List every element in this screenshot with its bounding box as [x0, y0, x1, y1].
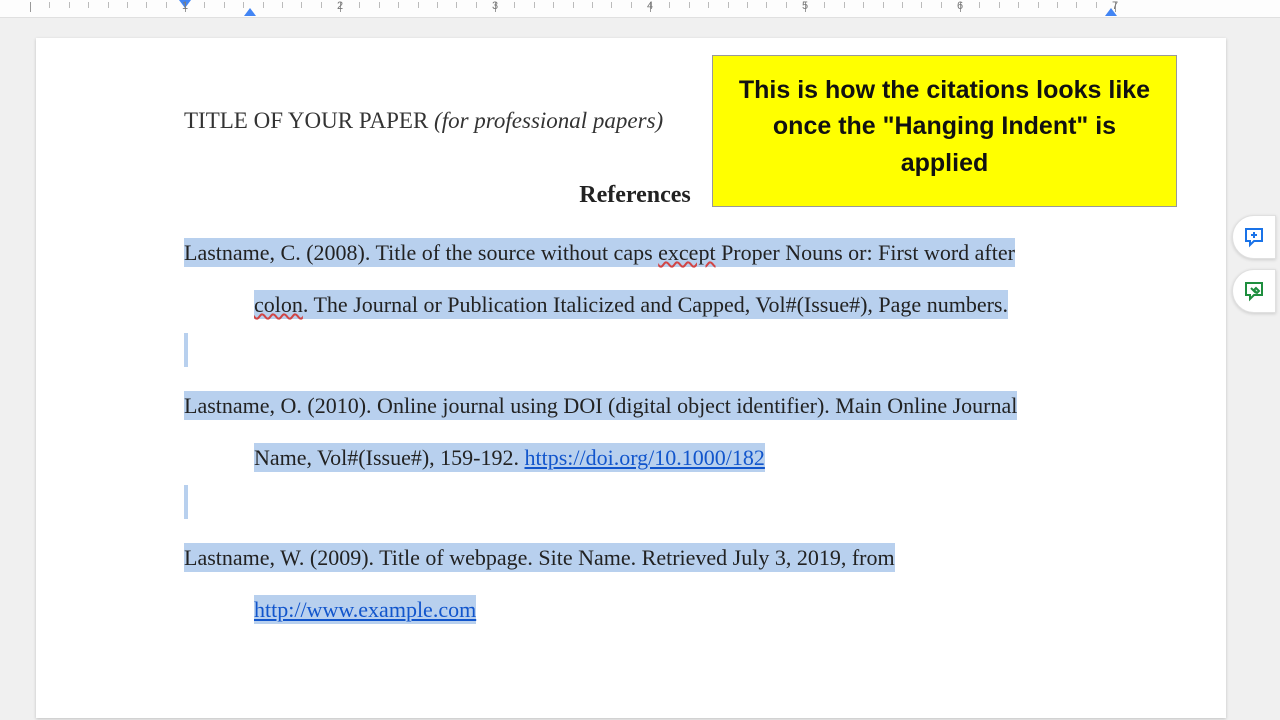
ruler-label: 7: [1112, 0, 1118, 12]
ruler-label: 4: [647, 0, 653, 12]
ruler-tick: [1096, 2, 1097, 8]
ruler-label: 6: [957, 0, 963, 12]
add-comment-button[interactable]: [1232, 215, 1276, 259]
spelling-flag[interactable]: except: [658, 240, 715, 265]
annotation-callout: This is how the citations looks like onc…: [712, 55, 1177, 207]
ref-text: Lastname, W. (2009). Title of webpage. S…: [184, 543, 895, 572]
add-comment-icon: [1242, 225, 1266, 249]
ruler-tick: [669, 2, 670, 8]
ref-text: Name, Vol#(Issue#), 159-192.: [254, 445, 525, 470]
doi-link[interactable]: https://doi.org/10.1000/182: [525, 445, 765, 470]
ruler-tick: [573, 2, 574, 8]
ruler-tick: [883, 2, 884, 8]
ruler-tick: [456, 2, 457, 8]
ruler-tick: [127, 2, 128, 8]
ruler-tick: [49, 2, 50, 8]
ruler-tick: [204, 2, 205, 8]
ruler-tick: [476, 2, 477, 8]
ruler-tick: [979, 2, 980, 8]
suggest-edits-button[interactable]: [1232, 269, 1276, 313]
selection-marker: [184, 485, 188, 519]
selection-marker: [184, 333, 188, 367]
horizontal-ruler[interactable]: 1 2 3 4 5 6 7: [0, 0, 1280, 18]
paper-title: TITLE OF YOUR PAPER (for professional pa…: [184, 108, 663, 134]
callout-text: This is how the citations looks like onc…: [739, 76, 1150, 177]
ruler-tick: [282, 2, 283, 8]
ruler-tick: [166, 2, 167, 8]
paper-title-text: TITLE OF YOUR PAPER: [184, 108, 434, 133]
ruler-tick: [301, 2, 302, 8]
ruler-tick: [708, 2, 709, 8]
ruler-tick: [689, 2, 690, 8]
ref-text: Proper Nouns or: First word after: [716, 240, 1015, 265]
ruler-tick: [999, 2, 1000, 8]
ruler-tick: [611, 2, 612, 8]
ruler-tick: [88, 2, 89, 8]
ruler-tick: [359, 2, 360, 8]
url-link[interactable]: http://www.example.com: [254, 597, 476, 622]
ruler-tick: [263, 2, 264, 8]
ruler-tick: [1038, 2, 1039, 8]
ruler-tick: [30, 2, 31, 12]
ruler-tick: [592, 2, 593, 8]
ruler-label: 2: [337, 0, 343, 12]
references-list[interactable]: Lastname, C. (2008). Title of the source…: [184, 237, 1086, 626]
side-action-bar: [1232, 215, 1280, 313]
ruler-label: 3: [492, 0, 498, 12]
ruler-label: 5: [802, 0, 808, 12]
left-indent-marker[interactable]: [244, 8, 256, 16]
ruler-tick: [921, 2, 922, 8]
ref-text: . The Journal or Publication Italicized …: [303, 292, 1008, 317]
ruler-label: 1: [182, 0, 188, 12]
ruler-tick: [631, 2, 632, 8]
ruler-tick: [398, 2, 399, 8]
ref-text: Lastname, C. (2008). Title of the source…: [184, 240, 658, 265]
ruler-tick: [902, 2, 903, 8]
ruler-tick: [514, 2, 515, 8]
ruler-tick: [108, 2, 109, 8]
ruler-tick: [418, 2, 419, 8]
paper-title-subtitle: (for professional papers): [434, 108, 663, 133]
ruler-tick: [146, 2, 147, 8]
ruler-tick: [1018, 2, 1019, 8]
ruler-tick: [863, 2, 864, 8]
ruler-tick: [1057, 2, 1058, 8]
ref-text: Lastname, O. (2010). Online journal usin…: [184, 391, 1017, 420]
ruler-tick: [824, 2, 825, 8]
ruler-tick: [379, 2, 380, 8]
ruler-tick: [728, 2, 729, 8]
ruler-tick: [844, 2, 845, 8]
reference-entry: Lastname, C. (2008). Title of the source…: [184, 237, 1086, 321]
spelling-flag[interactable]: colon: [254, 292, 303, 317]
suggest-edits-icon: [1242, 279, 1266, 303]
ruler-tick: [224, 2, 225, 8]
reference-entry: Lastname, O. (2010). Online journal usin…: [184, 390, 1086, 474]
ruler-tick: [69, 2, 70, 8]
ruler-tick: [941, 2, 942, 8]
reference-entry: Lastname, W. (2009). Title of webpage. S…: [184, 542, 1086, 626]
ruler-tick: [321, 2, 322, 8]
ruler-tick: [243, 2, 244, 8]
ruler-tick: [766, 2, 767, 8]
ruler-tick: [553, 2, 554, 8]
ruler-tick: [747, 2, 748, 8]
ruler-tick: [786, 2, 787, 8]
ruler-tick: [534, 2, 535, 8]
ruler-tick: [437, 2, 438, 8]
ruler-tick: [1076, 2, 1077, 8]
